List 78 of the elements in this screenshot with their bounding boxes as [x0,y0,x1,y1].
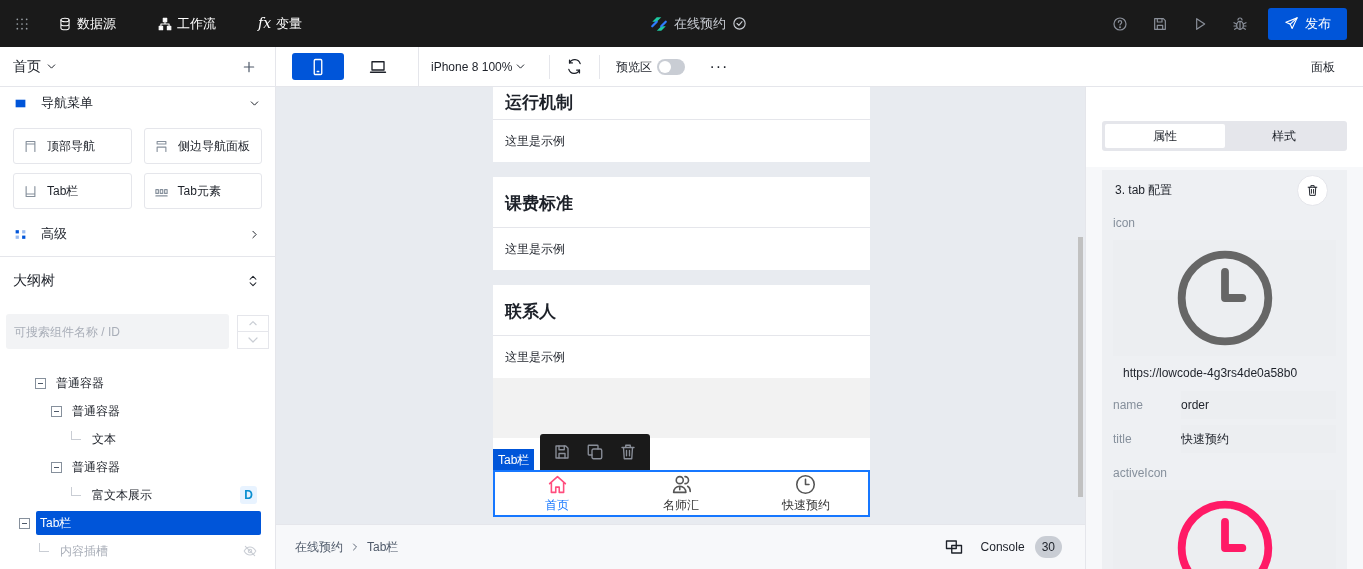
console-button[interactable]: Console 30 [980,536,1062,558]
tab-bar-item[interactable]: 名师汇 [619,473,744,514]
panel-tab[interactable]: 属性 [1105,124,1225,148]
bug-icon[interactable] [1232,15,1248,32]
selection-label: Tab栏 [493,449,535,470]
section-header[interactable]: 高级 [0,218,275,250]
database-icon [58,16,72,31]
menu-button[interactable]: 工作流 [158,13,216,34]
delete-button[interactable] [1297,174,1328,206]
card-title: 联系人 [493,285,870,336]
tree-item[interactable]: 普通容器 [68,455,261,479]
component-item[interactable]: Tab元素 [143,173,262,209]
panel-button[interactable]: 面板 [1311,57,1335,76]
send-icon [1284,16,1299,31]
page-dropdown[interactable]: 首页 [13,56,58,77]
field-label: icon [1113,215,1136,232]
collapse-toggle[interactable] [51,461,62,473]
preview-label: 预览区 [616,58,653,76]
check-circle-icon [731,16,747,31]
tab-bar-icon [23,183,38,199]
refresh-icon[interactable] [566,58,584,75]
publish-button[interactable]: 发布 [1268,7,1347,40]
tree-item[interactable]: 文本 [88,427,261,451]
phone-view-button[interactable] [292,53,344,80]
people-icon [671,473,692,495]
card-text: 这里是示例 [504,133,566,150]
tab-bar-item[interactable]: 快速预约 [743,473,868,514]
logo-icon [649,14,668,33]
hierarchy-icon [158,16,172,31]
card-text: 这里是示例 [504,241,566,258]
copy-icon[interactable] [586,443,604,461]
save-icon[interactable] [553,443,572,461]
save-icon[interactable] [1152,15,1168,32]
squares-icon [14,227,27,241]
card-title: 运行机制 [493,87,870,120]
home-icon [546,473,568,495]
outline-title: 大纲树 [13,271,55,290]
fx-icon: fx [258,13,272,34]
preview-toggle[interactable] [657,58,686,75]
badge: D [240,486,257,504]
card-text: 这里是示例 [504,349,566,366]
help-icon[interactable] [1112,15,1128,32]
delete-icon[interactable] [618,443,637,461]
more-button[interactable]: ··· [709,54,729,79]
component-item[interactable]: Tab栏 [13,173,132,209]
app-title: 在线预约 [673,14,726,33]
device-dropdown[interactable]: iPhone 8 100% [431,57,528,76]
breadcrumb-link[interactable]: 在线预约 [295,538,343,556]
collapse-toggle[interactable] [51,405,62,417]
side-nav-icon [153,138,169,154]
tree-item[interactable]: Tab栏 [36,511,261,535]
top-nav-icon [23,138,38,154]
menu-button[interactable]: 数据源 [58,13,116,34]
tree-item[interactable]: 普通容器 [52,371,261,395]
panel-tab[interactable]: 样式 [1224,124,1344,148]
breadcrumb-link[interactable]: Tab栏 [367,538,399,556]
count-badge: 30 [1034,536,1062,558]
collapse-icon[interactable] [246,273,260,288]
delete-icon [1306,183,1319,197]
tree-item[interactable]: 富文本展示 D [88,483,261,507]
clock-icon [795,473,817,495]
url-field[interactable]: https://lowcode-4g3rs4de0a58b0 [1123,358,1303,388]
component-item[interactable]: 侧边导航面板 [143,128,262,164]
section-title: 3. tab 配置 [1115,182,1173,199]
field-label: name [1113,397,1145,414]
menu-button[interactable]: fx 变量 [258,13,303,34]
collapse-toggle[interactable] [35,377,46,389]
field-label: activeIcon [1113,465,1169,482]
tree-item[interactable]: 普通容器 [68,399,261,423]
component-item[interactable]: 顶部导航 [13,128,132,164]
search-field[interactable]: 可搜索组件名称 / ID [6,314,229,349]
card-title: 课费标准 [493,177,870,228]
scrollbar[interactable] [1078,237,1083,497]
field-label: title [1113,431,1133,448]
section-header[interactable]: 导航菜单 [0,87,275,119]
collapse-toggle[interactable] [19,517,30,529]
monitors-icon[interactable] [944,538,963,556]
tab-bar-item[interactable]: 首页 [495,473,620,514]
